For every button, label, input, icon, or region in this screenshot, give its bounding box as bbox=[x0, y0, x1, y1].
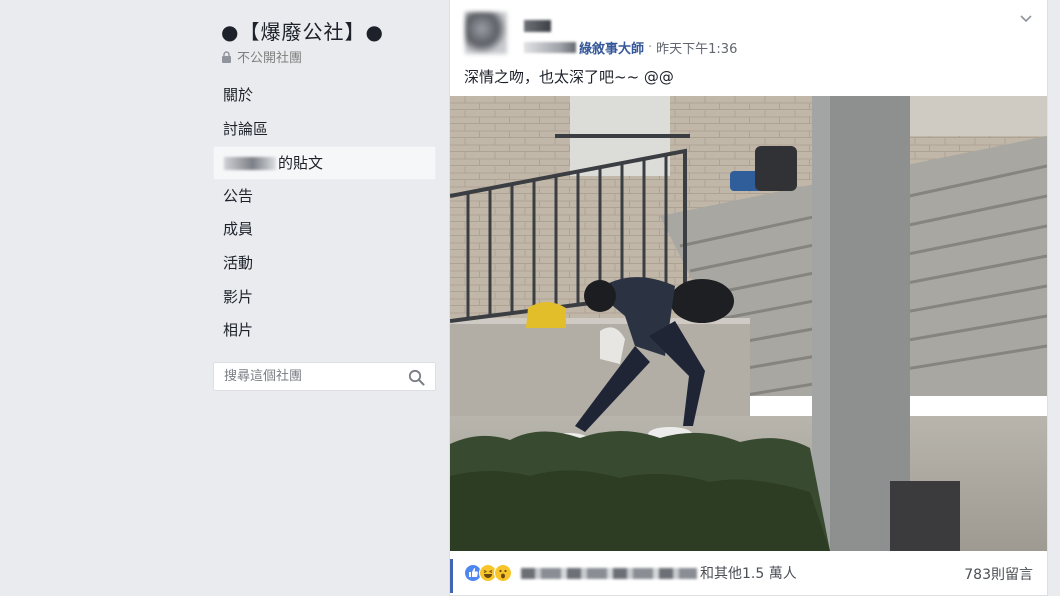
privacy-label: 不公開社團 bbox=[237, 51, 303, 66]
nav-label: 成員 bbox=[223, 220, 254, 239]
nav-item-videos[interactable]: 影片 bbox=[213, 281, 436, 315]
group-search bbox=[213, 362, 436, 391]
avatar[interactable] bbox=[465, 12, 507, 54]
nav-item-discussion[interactable]: 討論區 bbox=[213, 113, 436, 147]
wow-reaction-icon bbox=[494, 564, 512, 582]
nav-item-my-posts[interactable]: 的貼文 bbox=[213, 146, 436, 180]
nav-label: 相片 bbox=[223, 321, 254, 340]
comment-count[interactable]: 783則留言 bbox=[964, 564, 1033, 584]
group-nav: 關於 討論區 的貼文 公告 成員 活動 影片 相片 bbox=[213, 79, 436, 348]
footer-accent bbox=[450, 559, 453, 593]
redacted-reactors bbox=[521, 567, 697, 579]
post-timestamp[interactable]: 昨天下午1:36 bbox=[656, 38, 737, 57]
photo-image bbox=[450, 96, 1047, 551]
reactions-summary[interactable]: 和其他1.5 萬人 bbox=[464, 563, 797, 583]
post-photo[interactable] bbox=[450, 96, 1047, 551]
nav-label: 活動 bbox=[223, 253, 254, 272]
group-privacy: 不公開社團 bbox=[221, 47, 302, 66]
redacted-name bbox=[224, 157, 276, 171]
nav-label: 關於 bbox=[223, 86, 254, 104]
nav-item-about[interactable]: 關於 bbox=[213, 79, 436, 113]
redacted-author[interactable] bbox=[524, 20, 551, 32]
nav-item-members[interactable]: 成員 bbox=[213, 213, 436, 247]
post-text: 深情之吻，也太深了吧~~ @@ bbox=[464, 68, 674, 86]
redacted-name bbox=[524, 42, 576, 53]
reaction-others: 和其他1.5 萬人 bbox=[700, 566, 797, 582]
chevron-down-icon[interactable] bbox=[1019, 14, 1033, 24]
nav-item-photos[interactable]: 相片 bbox=[213, 314, 436, 348]
nav-item-events[interactable]: 活動 bbox=[213, 247, 436, 281]
group-title[interactable]: ●【爆廢公社】● bbox=[221, 16, 384, 45]
nav-label: 公告 bbox=[223, 186, 254, 205]
search-icon[interactable] bbox=[408, 369, 425, 386]
nav-item-announcements[interactable]: 公告 bbox=[213, 180, 436, 214]
lock-icon bbox=[222, 50, 231, 63]
nav-label: 討論區 bbox=[223, 119, 269, 138]
nav-label: 影片 bbox=[223, 287, 254, 306]
search-input[interactable] bbox=[214, 363, 404, 390]
post-meta: 綠敘事大師 · 昨天下午1:36 bbox=[524, 38, 737, 57]
poster-name[interactable]: 綠敘事大師 bbox=[579, 38, 644, 57]
post-footer: 和其他1.5 萬人 783則留言 bbox=[450, 551, 1047, 596]
post-card: 綠敘事大師 · 昨天下午1:36 深情之吻，也太深了吧~~ @@ 和其他1.5 … bbox=[449, 0, 1048, 596]
separator: · bbox=[648, 40, 653, 55]
nav-label: 的貼文 bbox=[278, 154, 324, 173]
